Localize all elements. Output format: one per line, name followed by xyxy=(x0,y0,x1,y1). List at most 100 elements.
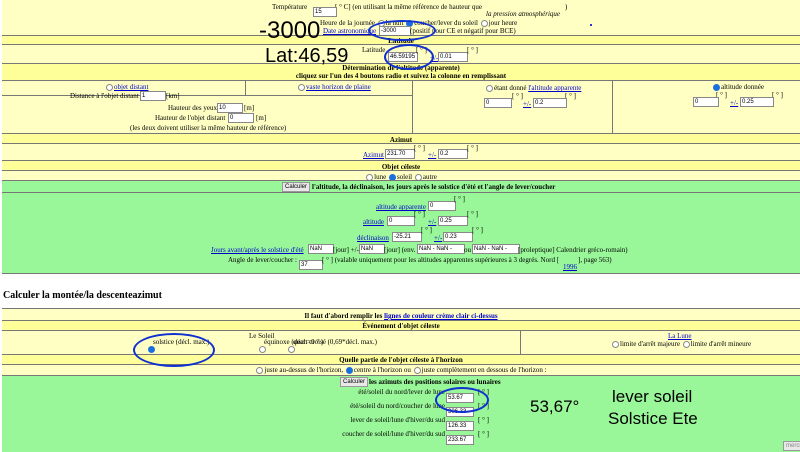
lune-options: limite d'arrêt majeure limite d'arrêt mi… xyxy=(611,340,751,348)
horizon-radio[interactable] xyxy=(345,366,353,374)
result-label: coucher de soleil/lune d'hiver/du sud xyxy=(342,430,445,438)
highlight-ellipse-result xyxy=(435,387,489,413)
azimut-tolerance-input[interactable]: 0.2 xyxy=(438,149,468,159)
dot xyxy=(590,24,592,26)
azimut-link[interactable]: Azimut xyxy=(363,151,384,159)
option-altitude-donnee[interactable]: altitude donnée xyxy=(712,83,764,91)
temperature-input[interactable]: 15 xyxy=(313,7,337,17)
given-tolerance-input[interactable]: 0.25 xyxy=(740,97,774,107)
jours-tolerance-output[interactable]: NaN xyxy=(359,244,385,254)
highlight-ellipse-date xyxy=(368,20,436,41)
altitude-output-link[interactable]: altitude xyxy=(363,218,384,226)
option-etant-donne[interactable]: étant donné l'altitude apparente xyxy=(485,84,581,92)
result-azimuth-output[interactable]: 233.67 xyxy=(446,435,474,445)
altitude-output[interactable]: 0 xyxy=(387,216,415,226)
calc1-description: l'altitude, la déclinaison, les jours ap… xyxy=(312,183,556,191)
horizon-options: juste au-dessus de l'horizon, centre à l… xyxy=(2,366,800,374)
radio-selected[interactable] xyxy=(713,83,720,91)
calc2-description: les azimuts des positions solaires ou lu… xyxy=(369,378,501,386)
eye-label: Hauteur des yeux xyxy=(168,104,217,112)
pressure-note: la pression atmosphérique xyxy=(486,10,561,18)
section2-title: Calculer la montée/la descenteazimut xyxy=(3,290,162,301)
heure-option-label: jour heure xyxy=(488,19,518,27)
azimut-input[interactable]: 231.70 xyxy=(385,149,415,159)
temperature-label: Température xyxy=(272,3,308,11)
unit: [ ° ] xyxy=(467,210,478,218)
highlight-ellipse-latitude xyxy=(384,44,434,70)
lune-option-label: limite d'arrêt mineure xyxy=(690,340,752,348)
apparent-altitude-input[interactable]: 0 xyxy=(484,98,512,108)
nord-1996-link[interactable]: 1996 xyxy=(563,263,577,271)
option-objet-distant[interactable]: objet distant xyxy=(105,83,148,91)
radio[interactable] xyxy=(486,84,493,92)
event-header: Événement d'objet céleste xyxy=(362,322,440,330)
unit: [ ° ] xyxy=(421,226,432,234)
unit: [ ° ] xyxy=(467,144,478,152)
eye-height-input[interactable]: 10 xyxy=(217,103,243,113)
unit: [ ° ] xyxy=(478,416,489,424)
pm-link[interactable]: +/- xyxy=(730,99,738,107)
altitude-apparente-output[interactable]: 0 xyxy=(428,201,456,211)
date1-output[interactable]: NaN - NaN - NaN xyxy=(417,244,465,254)
horizon-plaine-link[interactable]: vaste horizon de plaine xyxy=(306,83,371,91)
declinaison-tolerance-output[interactable]: 0.23 xyxy=(443,232,473,242)
soleil-radio[interactable] xyxy=(288,346,295,353)
jours-output[interactable]: NaN xyxy=(308,244,334,254)
altitude-apparente-link[interactable]: l'altitude apparente xyxy=(528,84,581,92)
heure-radio[interactable] xyxy=(480,19,488,27)
objet-distant-link[interactable]: objet distant xyxy=(114,83,148,91)
angle-output[interactable]: 37 xyxy=(299,260,323,270)
option-horizon-plaine[interactable]: vaste horizon de plaine xyxy=(297,83,371,91)
unit: [ ° ] xyxy=(414,144,425,152)
radio[interactable] xyxy=(106,83,113,91)
soleil-radio[interactable] xyxy=(259,346,266,353)
pm-link[interactable]: +/- xyxy=(434,234,442,242)
etant-donne-label: étant donné xyxy=(494,84,527,92)
distance-label: Distance à l'objet distant xyxy=(70,92,139,100)
fill-link[interactable]: lignes de couleur crème clair ci-dessus xyxy=(384,312,497,320)
heure-label: Heure de la journée xyxy=(320,19,375,27)
jour-unit2: [jour] (env. xyxy=(384,246,416,254)
object-height-label: Hauteur de l'objet distant xyxy=(155,114,226,122)
object-height-input[interactable]: 0 xyxy=(228,113,254,123)
altitude-tolerance-output[interactable]: 0.25 xyxy=(438,216,468,226)
lune-option-label: limite d'arrêt majeure xyxy=(620,340,680,348)
result-azimuth-output[interactable]: 126.33 xyxy=(446,421,474,431)
pm-link[interactable]: +/- xyxy=(523,100,531,108)
horizon-radio[interactable] xyxy=(256,366,264,374)
horizon-radio[interactable] xyxy=(413,366,421,374)
declinaison-output[interactable]: -25.21 xyxy=(392,232,422,242)
latitude-tolerance-input[interactable]: 0.01 xyxy=(438,52,468,62)
reference-note: (les deux doivent utiliser la même haute… xyxy=(130,124,287,132)
radio[interactable] xyxy=(298,83,305,91)
calculer-azimuts-button[interactable]: Calculer xyxy=(340,377,369,387)
unit: [ ° ] xyxy=(414,210,425,218)
pm-link[interactable]: +/- xyxy=(428,218,436,226)
angle-label: Angle de lever/coucher : xyxy=(228,256,297,264)
lune-radio[interactable] xyxy=(612,340,619,348)
lune-radio[interactable] xyxy=(682,340,690,348)
distance-input[interactable]: 1 xyxy=(140,91,166,101)
calculer-altitude-button[interactable]: Calculer xyxy=(282,182,311,192)
object-height-unit: [m] xyxy=(256,114,267,122)
horizon-option-label: juste complètement en dessous de l'horiz… xyxy=(421,366,547,374)
annotation-azimuth: 53,67° xyxy=(530,397,580,416)
apparent-tolerance-input[interactable]: 0.2 xyxy=(533,98,567,108)
jours-solstice-link[interactable]: Jours avant/après le solstice d'été xyxy=(211,246,304,254)
altitude-donnee-label: altitude donnée xyxy=(721,83,764,91)
corner-button[interactable]: mercr xyxy=(783,441,800,451)
jour-unit: [jour] +/- xyxy=(333,246,359,254)
temperature-unit: [ ° C] (en utilisant la même référence d… xyxy=(335,3,483,11)
pm-link[interactable]: +/- xyxy=(428,151,436,159)
unit: [ ° ] xyxy=(478,430,489,438)
fill-text: Il faut d'abord remplir les xyxy=(304,312,383,320)
annotation-solstice: Solstice Ete xyxy=(608,409,698,428)
declinaison-link[interactable]: déclinaison xyxy=(357,234,389,242)
eye-unit: [m] xyxy=(244,104,255,112)
ou-label: ou xyxy=(464,246,471,254)
lune-link[interactable]: La Lune xyxy=(668,332,692,340)
given-altitude-input[interactable]: 0 xyxy=(693,97,719,107)
horizon-option-label: juste au-dessus de l'horizon, xyxy=(264,366,344,374)
date2-output[interactable]: NaN - NaN - NaN xyxy=(472,244,520,254)
result-label: lever de soleil/lune d'hiver/du sud xyxy=(350,416,445,424)
